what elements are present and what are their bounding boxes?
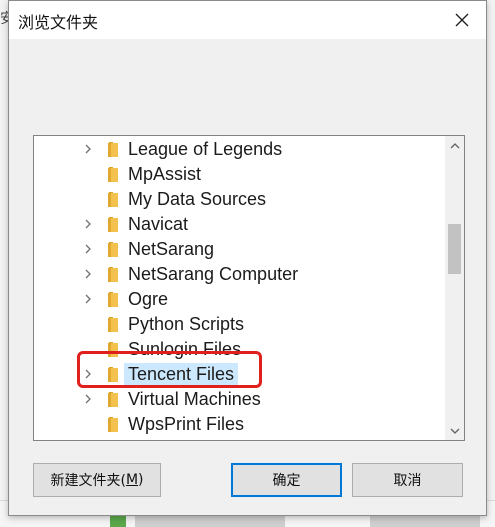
dialog-titlebar: 浏览文件夹 [9,1,486,39]
folder-icon [108,417,118,432]
folder-item[interactable]: NetSarang Computer [34,262,444,287]
folder-icon [108,167,118,182]
folder-item[interactable]: MpAssist [34,162,444,187]
folder-icon [108,142,118,157]
folder-icon [108,192,118,207]
new-folder-button[interactable]: 新建文件夹(M) [33,463,161,497]
folder-icon [108,217,118,232]
vertical-scrollbar[interactable] [445,136,464,440]
folder-item[interactable]: WpsPrint Files [34,412,444,437]
chevron-right-icon[interactable] [83,218,93,230]
ok-button[interactable]: 确定 [231,463,342,497]
new-folder-label-end: ) [138,472,144,488]
folder-icon [108,317,118,332]
folder-item-label: League of Legends [128,139,283,159]
scroll-down-button[interactable] [445,421,464,440]
folder-item[interactable]: NetSarang [34,237,444,262]
folder-item[interactable]: League of Legends [34,137,444,162]
folder-item[interactable]: Virtual Machines [34,387,444,412]
annotation-highlight-box [77,351,262,388]
folder-item[interactable]: Python Scripts [34,312,444,337]
folder-item-label: Navicat [128,214,189,234]
folder-item[interactable]: My Data Sources [34,187,444,212]
close-icon [455,13,469,27]
chevron-up-icon [450,142,459,148]
folder-item[interactable]: Ogre [34,287,444,312]
scroll-up-button[interactable] [445,136,464,155]
folder-item-label: My Data Sources [128,189,267,209]
new-folder-accelerator: M [125,472,139,488]
chevron-right-icon[interactable] [83,243,93,255]
folder-item[interactable]: Navicat [34,212,444,237]
chevron-right-icon[interactable] [83,293,93,305]
folder-tree-rows: League of Legends MpAssist My Data Sources… [34,136,444,440]
chevron-right-icon[interactable] [83,393,93,405]
folder-item-label: NetSarang Computer [128,264,299,284]
close-button[interactable] [448,6,476,34]
scrollbar-thumb[interactable] [448,224,461,274]
folder-item-label: NetSarang [128,239,215,259]
chevron-right-icon[interactable] [83,268,93,280]
folder-item-label: Ogre [128,289,169,309]
dialog-title: 浏览文件夹 [18,13,99,32]
folder-item-label: Python Scripts [128,314,245,334]
folder-icon [108,242,118,257]
folder-icon [108,292,118,307]
folder-icon [108,267,118,282]
chevron-down-icon [450,428,459,434]
folder-item-label: WpsPrint Files [128,414,245,434]
folder-tree[interactable]: League of Legends MpAssist My Data Sources… [33,135,465,441]
folder-item-label: MpAssist [128,164,202,184]
folder-item-label: Virtual Machines [128,389,261,409]
chevron-right-icon[interactable] [83,143,93,155]
cancel-button[interactable]: 取消 [352,463,463,497]
browse-folder-dialog: 浏览文件夹 League of Legends MpAssist My Data S… [8,0,487,516]
new-folder-label: 新建文件夹( [50,473,126,489]
folder-icon [108,392,118,407]
